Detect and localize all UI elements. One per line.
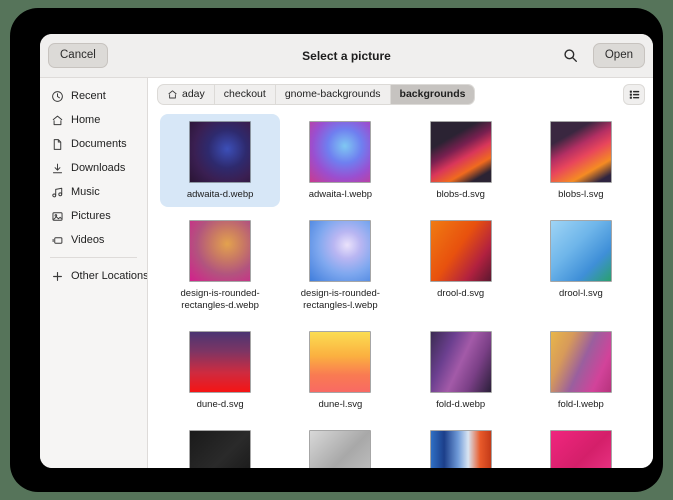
- file-label: drool-d.svg: [437, 288, 484, 300]
- file-thumbnail: [430, 220, 492, 282]
- file-item[interactable]: [401, 423, 521, 469]
- breadcrumb-label: gnome-backgrounds: [285, 88, 381, 100]
- picture-icon: [50, 209, 64, 223]
- cancel-button[interactable]: Cancel: [48, 43, 108, 68]
- file-item[interactable]: [521, 423, 641, 469]
- file-label: dune-l.svg: [318, 399, 362, 411]
- file-label: adwaita-l.webp: [309, 189, 372, 201]
- sidebar-item-downloads[interactable]: Downloads: [45, 157, 142, 179]
- file-item[interactable]: fold-l.webp: [521, 324, 641, 417]
- file-item[interactable]: dune-d.svg: [160, 324, 280, 417]
- file-label: adwaita-d.webp: [187, 189, 254, 201]
- file-thumbnail: [550, 430, 612, 469]
- file-label: dune-d.svg: [197, 399, 244, 411]
- breadcrumb-item-checkout[interactable]: checkout: [215, 85, 276, 104]
- sidebar-divider: [50, 257, 137, 258]
- open-button[interactable]: Open: [593, 43, 645, 68]
- window-frame: Cancel Select a picture Open: [10, 8, 663, 492]
- file-thumbnail: [430, 121, 492, 183]
- file-thumbnail: [189, 430, 251, 469]
- file-thumbnail: [189, 331, 251, 393]
- search-icon[interactable]: [559, 44, 583, 68]
- home-icon: [167, 89, 178, 100]
- sidebar-item-recent[interactable]: Recent: [45, 85, 142, 107]
- file-label: drool-l.svg: [559, 288, 603, 300]
- file-thumbnail: [309, 220, 371, 282]
- file-item[interactable]: [280, 423, 400, 469]
- file-item[interactable]: adwaita-l.webp: [280, 114, 400, 207]
- file-item[interactable]: blobs-l.svg: [521, 114, 641, 207]
- file-item[interactable]: design-is-rounded-rectangles-d.webp: [160, 213, 280, 318]
- places-sidebar: Recent Home Docu: [40, 78, 148, 468]
- file-thumbnail: [189, 121, 251, 183]
- music-note-icon: [50, 185, 64, 199]
- breadcrumb-label: aday: [182, 88, 205, 100]
- sidebar-item-label: Downloads: [71, 162, 125, 174]
- file-thumbnail: [309, 121, 371, 183]
- file-grid-scroll-area[interactable]: adwaita-d.webp adwaita-l.webp blobs-d.svg b…: [148, 110, 653, 468]
- file-label: blobs-l.svg: [558, 189, 603, 201]
- sidebar-item-label: Documents: [71, 138, 127, 150]
- file-item[interactable]: drool-d.svg: [401, 213, 521, 318]
- file-thumbnail: [189, 220, 251, 282]
- file-item[interactable]: [160, 423, 280, 469]
- file-thumbnail: [309, 331, 371, 393]
- header-right-controls: Open: [559, 43, 645, 68]
- sidebar-item-label: Other Locations: [71, 270, 148, 282]
- file-thumbnail: [430, 331, 492, 393]
- file-item[interactable]: blobs-d.svg: [401, 114, 521, 207]
- breadcrumb: aday checkout gnome-backgrounds backgrou…: [157, 84, 475, 105]
- file-item[interactable]: dune-l.svg: [280, 324, 400, 417]
- sidebar-item-label: Music: [71, 186, 100, 198]
- path-bar: aday checkout gnome-backgrounds backgrou…: [148, 78, 653, 110]
- file-item[interactable]: drool-l.svg: [521, 213, 641, 318]
- file-item[interactable]: design-is-rounded-rectangles-l.webp: [280, 213, 400, 318]
- breadcrumb-label: checkout: [224, 88, 266, 100]
- sidebar-item-label: Home: [71, 114, 100, 126]
- file-label: fold-l.webp: [558, 399, 604, 411]
- sidebar-item-pictures[interactable]: Pictures: [45, 205, 142, 227]
- file-thumbnail: [430, 430, 492, 469]
- file-thumbnail: [550, 331, 612, 393]
- sidebar-item-other-locations[interactable]: Other Locations: [45, 265, 142, 287]
- file-browser: aday checkout gnome-backgrounds backgrou…: [148, 78, 653, 468]
- sidebar-item-music[interactable]: Music: [45, 181, 142, 203]
- file-thumbnail: [550, 121, 612, 183]
- sidebar-item-documents[interactable]: Documents: [45, 133, 142, 155]
- home-icon: [50, 113, 64, 127]
- sidebar-item-label: Videos: [71, 234, 104, 246]
- file-item[interactable]: fold-d.webp: [401, 324, 521, 417]
- sidebar-item-label: Pictures: [71, 210, 111, 222]
- file-thumbnail: [550, 220, 612, 282]
- clock-icon: [50, 89, 64, 103]
- file-thumbnail: [309, 430, 371, 469]
- file-label: blobs-d.svg: [436, 189, 485, 201]
- breadcrumb-item-backgrounds[interactable]: backgrounds: [391, 85, 475, 104]
- file-item[interactable]: adwaita-d.webp: [160, 114, 280, 207]
- file-label: design-is-rounded-rectangles-d.webp: [172, 288, 268, 312]
- header-bar: Cancel Select a picture Open: [40, 34, 653, 78]
- dialog-body: Recent Home Docu: [40, 78, 653, 468]
- sidebar-item-label: Recent: [71, 90, 106, 102]
- file-label: fold-d.webp: [436, 399, 485, 411]
- file-label: design-is-rounded-rectangles-l.webp: [292, 288, 388, 312]
- document-icon: [50, 137, 64, 151]
- file-grid: adwaita-d.webp adwaita-l.webp blobs-d.svg b…: [148, 114, 653, 468]
- breadcrumb-item-gnome-backgrounds[interactable]: gnome-backgrounds: [276, 85, 391, 104]
- list-view-icon[interactable]: [623, 84, 645, 105]
- sidebar-item-home[interactable]: Home: [45, 109, 142, 131]
- sidebar-item-videos[interactable]: Videos: [45, 229, 142, 251]
- breadcrumb-label: backgrounds: [400, 88, 466, 100]
- breadcrumb-item-aday[interactable]: aday: [158, 85, 215, 104]
- video-icon: [50, 233, 64, 247]
- download-icon: [50, 161, 64, 175]
- file-chooser-dialog: Cancel Select a picture Open: [40, 34, 653, 468]
- plus-icon: [50, 269, 64, 283]
